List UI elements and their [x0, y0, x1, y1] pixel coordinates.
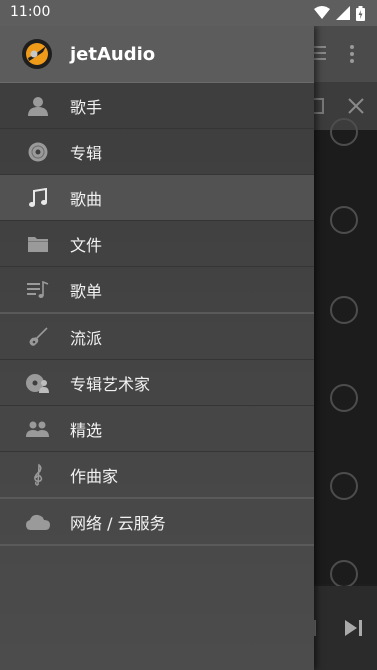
wifi-icon: [314, 6, 330, 19]
treble-clef-icon: [25, 463, 51, 486]
menu-item-playlists[interactable]: 歌单: [0, 267, 314, 314]
menu-label: 歌手: [70, 97, 103, 117]
menu-label: 精选: [70, 420, 103, 440]
signal-icon: [336, 6, 350, 20]
menu-label: 网络 / 云服务: [70, 513, 166, 533]
group-icon: [25, 418, 51, 440]
close-icon[interactable]: [348, 98, 364, 114]
folder-icon: [25, 233, 51, 255]
cloud-icon: [25, 511, 51, 533]
status-time: 11:00: [10, 4, 51, 20]
drawer-header: jetAudio: [0, 26, 314, 83]
jetaudio-logo-icon: [22, 39, 52, 69]
menu-label: 专辑: [70, 143, 103, 163]
navigation-drawer: jetAudio 歌手 专辑 歌曲 文件 歌单 流派 专辑艺术家 精选 作曲家 …: [0, 26, 314, 670]
music-note-icon: [25, 187, 51, 209]
select-circle[interactable]: [330, 472, 358, 500]
select-circle[interactable]: [330, 296, 358, 324]
app-name: jetAudio: [70, 43, 156, 65]
menu-label: 专辑艺术家: [70, 374, 151, 394]
menu-item-albums[interactable]: 专辑: [0, 129, 314, 175]
guitar-icon: [25, 326, 51, 348]
menu-label: 流派: [70, 328, 103, 348]
battery-icon: [356, 5, 365, 21]
menu-item-genres[interactable]: 流派: [0, 314, 314, 360]
menu-item-network-cloud[interactable]: 网络 / 云服务: [0, 499, 314, 546]
menu-item-artists[interactable]: 歌手: [0, 83, 314, 129]
person-icon: [25, 95, 51, 117]
disc-icon: [25, 141, 51, 163]
menu-label: 歌曲: [70, 189, 103, 209]
skip-next-icon[interactable]: [345, 620, 363, 636]
album-artist-icon: [25, 372, 51, 394]
select-circle[interactable]: [330, 384, 358, 412]
select-circle[interactable]: [330, 206, 358, 234]
list-icon: [312, 46, 326, 60]
select-circle[interactable]: [330, 118, 358, 146]
status-icons: [314, 5, 365, 21]
menu-item-featured[interactable]: 精选: [0, 406, 314, 452]
menu-item-album-artists[interactable]: 专辑艺术家: [0, 360, 314, 406]
playlist-icon: [25, 279, 51, 301]
menu-item-songs[interactable]: 歌曲: [0, 175, 314, 221]
menu-label: 歌单: [70, 281, 103, 301]
select-circle[interactable]: [330, 560, 358, 588]
status-bar: 11:00: [0, 0, 377, 26]
menu-item-composers[interactable]: 作曲家: [0, 452, 314, 499]
menu-label: 作曲家: [70, 466, 119, 486]
menu-label: 文件: [70, 235, 103, 255]
menu-item-files[interactable]: 文件: [0, 221, 314, 267]
more-vertical-icon[interactable]: [348, 44, 356, 64]
